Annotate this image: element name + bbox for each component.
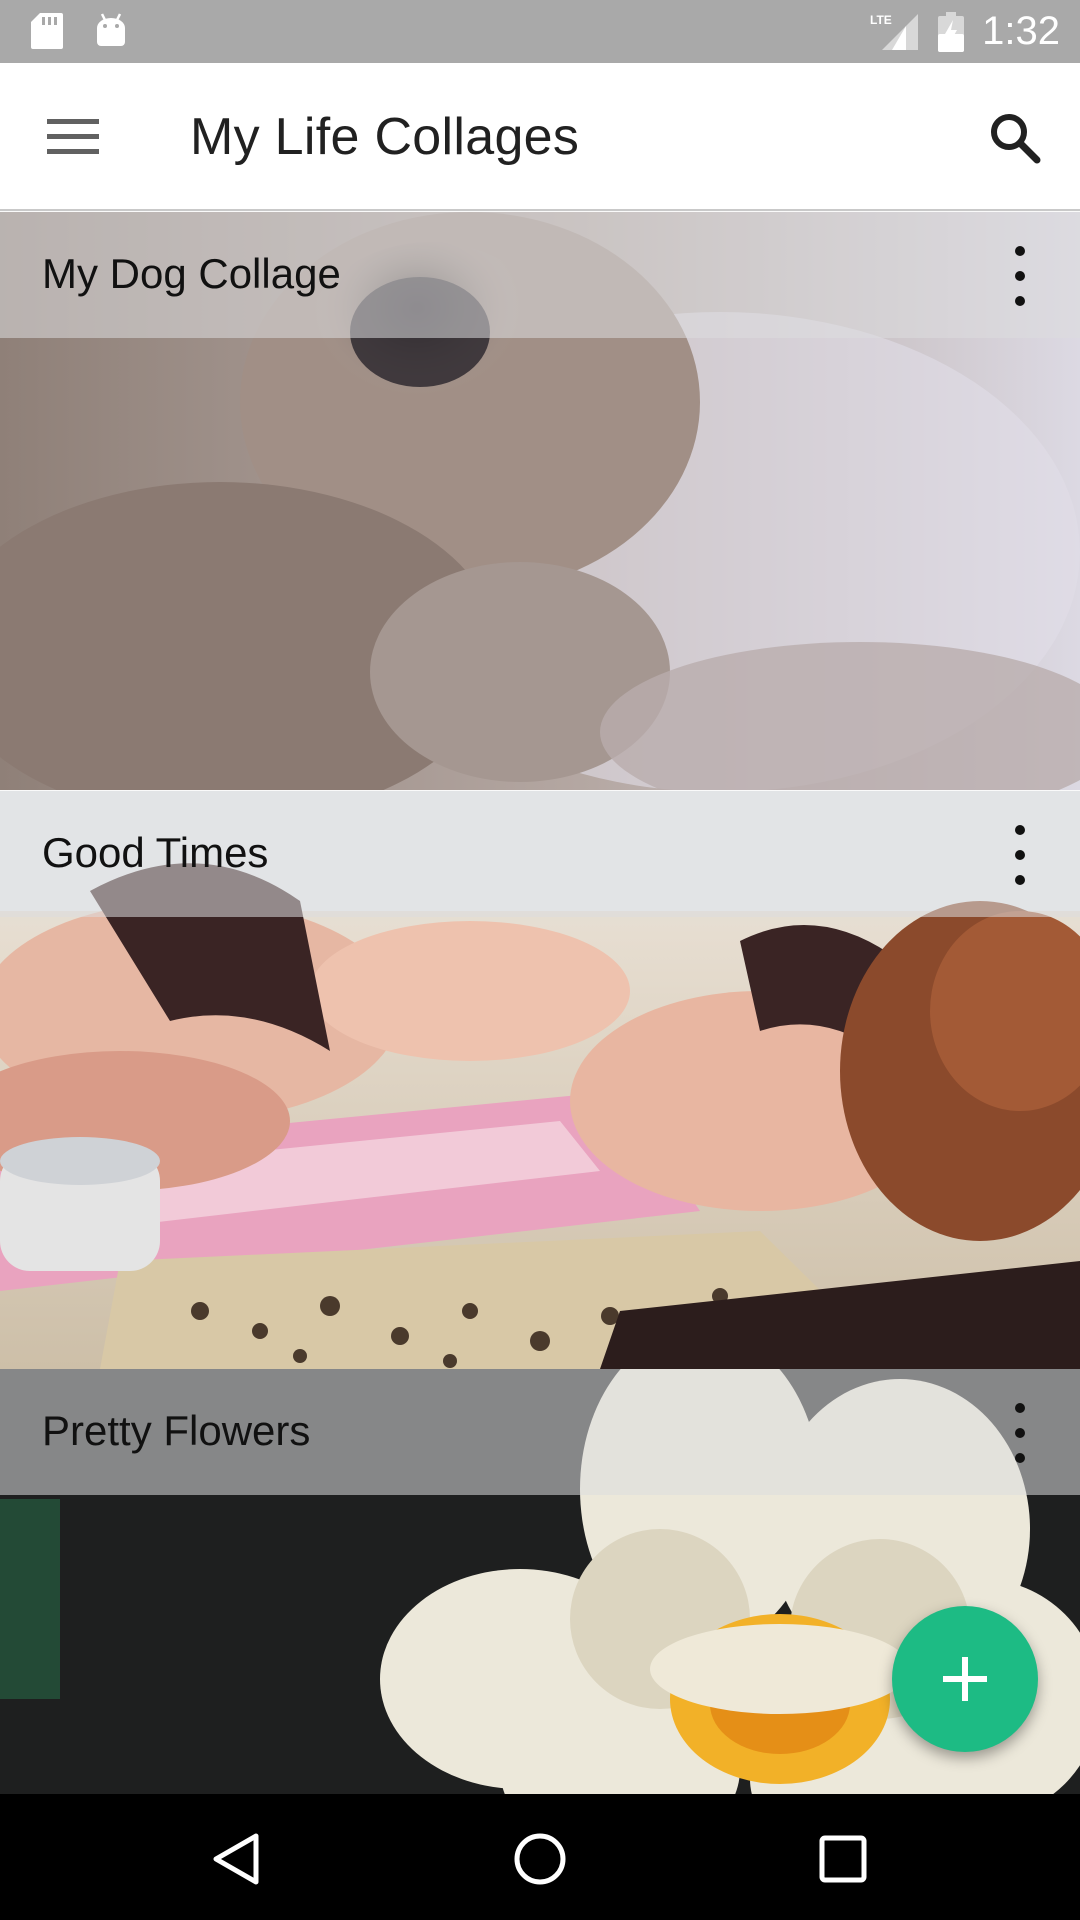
home-icon — [514, 1833, 566, 1885]
navigation-bar — [0, 1794, 1080, 1920]
collage-title: Good Times — [42, 829, 269, 876]
search-button[interactable] — [980, 103, 1050, 173]
app-bar: My Life Collages — [0, 63, 1080, 211]
network-label: LTE — [870, 13, 892, 27]
add-icon — [943, 1657, 987, 1701]
status-time: 1:32 — [982, 9, 1060, 53]
page-title: My Life Collages — [190, 108, 580, 166]
collage-title: Pretty Flowers — [42, 1407, 311, 1454]
collage-title: My Dog Collage — [42, 250, 341, 297]
add-collage-button[interactable] — [892, 1606, 1038, 1752]
more-vert-icon — [1015, 246, 1025, 256]
status-bar: LTE 1:32 — [0, 0, 1080, 63]
back-icon — [213, 1833, 259, 1885]
collage-card[interactable]: Good Times — [0, 791, 1080, 1369]
lte-signal-icon: LTE — [870, 13, 919, 50]
more-options-button[interactable] — [1008, 246, 1032, 306]
battery-icon — [938, 11, 965, 52]
hamburger-menu-icon — [47, 119, 99, 154]
menu-button[interactable] — [40, 109, 106, 163]
sd-card-icon — [31, 13, 63, 49]
android-icon — [97, 13, 125, 46]
collage-card[interactable]: My Dog Collage — [0, 212, 1080, 790]
collage-header: Pretty Flowers — [0, 1369, 1080, 1495]
more-options-button[interactable] — [1008, 1403, 1032, 1463]
more-vert-icon — [1015, 1403, 1025, 1413]
recents-icon — [819, 1835, 867, 1883]
search-icon — [991, 114, 1041, 164]
home-button[interactable] — [500, 1819, 580, 1899]
more-options-button[interactable] — [1008, 825, 1032, 885]
back-button[interactable] — [196, 1819, 276, 1899]
collage-header: Good Times — [0, 791, 1080, 917]
more-vert-icon — [1015, 825, 1025, 835]
collage-header: My Dog Collage — [0, 212, 1080, 338]
recents-button[interactable] — [803, 1819, 883, 1899]
